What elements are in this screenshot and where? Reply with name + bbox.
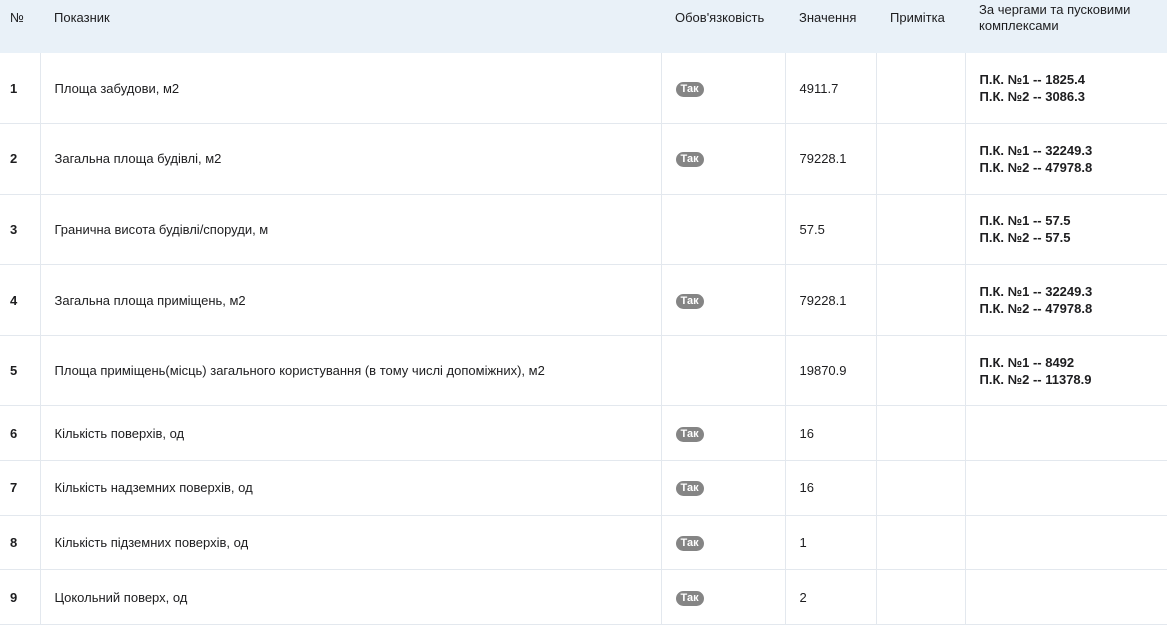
header-indicator: Показник <box>40 0 661 53</box>
phase-line: П.К. №1 -- 32249.3 <box>980 142 1167 159</box>
row-phases: П.К. №1 -- 32249.3 П.К. №2 -- 47978.8 <box>965 124 1167 195</box>
row-phases <box>965 570 1167 625</box>
row-note <box>876 335 965 406</box>
row-indicator: Кількість підземних поверхів, од <box>40 515 661 570</box>
phase-line: П.К. №1 -- 32249.3 <box>980 283 1167 300</box>
header-phases: За чергами та пусковими комплексами <box>965 0 1167 53</box>
row-indicator: Площа забудови, м2 <box>40 53 661 124</box>
row-phases: П.К. №1 -- 1825.4 П.К. №2 -- 3086.3 <box>965 53 1167 124</box>
phase-line: П.К. №2 -- 11378.9 <box>980 371 1167 388</box>
row-note <box>876 570 965 625</box>
row-indicator: Гранична висота будівлі/споруди, м <box>40 194 661 265</box>
row-number: 8 <box>0 515 40 570</box>
row-required-cell: Так <box>661 53 785 124</box>
row-note <box>876 265 965 336</box>
row-value: 79228.1 <box>785 124 876 195</box>
required-badge: Так <box>676 591 704 606</box>
row-indicator: Цокольний поверх, од <box>40 570 661 625</box>
row-value: 4911.7 <box>785 53 876 124</box>
row-indicator: Загальна площа будівлі, м2 <box>40 124 661 195</box>
phase-line: П.К. №1 -- 1825.4 <box>980 71 1167 88</box>
row-value: 16 <box>785 461 876 516</box>
header-required: Обов'язковість <box>661 0 785 53</box>
row-number: 3 <box>0 194 40 265</box>
row-required-cell: Так <box>661 570 785 625</box>
row-required-cell: Так <box>661 265 785 336</box>
row-note <box>876 406 965 461</box>
table-header: № Показник Обов'язковість Значення Примі… <box>0 0 1167 53</box>
table-row: 7 Кількість надземних поверхів, од Так 1… <box>0 461 1167 516</box>
row-value: 57.5 <box>785 194 876 265</box>
row-number: 5 <box>0 335 40 406</box>
table-row: 5 Площа приміщень(місць) загального кори… <box>0 335 1167 406</box>
table-row: 8 Кількість підземних поверхів, од Так 1 <box>0 515 1167 570</box>
required-badge: Так <box>676 427 704 442</box>
phase-line: П.К. №2 -- 3086.3 <box>980 88 1167 105</box>
row-value: 2 <box>785 570 876 625</box>
row-note <box>876 194 965 265</box>
phase-line: П.К. №2 -- 47978.8 <box>980 159 1167 176</box>
row-phases: П.К. №1 -- 32249.3 П.К. №2 -- 47978.8 <box>965 265 1167 336</box>
indicators-table: № Показник Обов'язковість Значення Примі… <box>0 0 1167 625</box>
row-required-cell: Так <box>661 124 785 195</box>
table-row: 3 Гранична висота будівлі/споруди, м 57.… <box>0 194 1167 265</box>
table-row: 1 Площа забудови, м2 Так 4911.7 П.К. №1 … <box>0 53 1167 124</box>
required-badge: Так <box>676 536 704 551</box>
row-number: 1 <box>0 53 40 124</box>
row-number: 7 <box>0 461 40 516</box>
row-required-cell <box>661 335 785 406</box>
row-note <box>876 515 965 570</box>
required-badge: Так <box>676 82 704 97</box>
row-indicator: Кількість поверхів, од <box>40 406 661 461</box>
phase-line: П.К. №2 -- 57.5 <box>980 229 1167 246</box>
table-row: 2 Загальна площа будівлі, м2 Так 79228.1… <box>0 124 1167 195</box>
table-row: 4 Загальна площа приміщень, м2 Так 79228… <box>0 265 1167 336</box>
row-number: 6 <box>0 406 40 461</box>
table-row: 9 Цокольний поверх, од Так 2 <box>0 570 1167 625</box>
header-note: Примітка <box>876 0 965 53</box>
row-value: 16 <box>785 406 876 461</box>
row-value: 1 <box>785 515 876 570</box>
row-indicator: Кількість надземних поверхів, од <box>40 461 661 516</box>
row-number: 4 <box>0 265 40 336</box>
row-phases: П.К. №1 -- 8492 П.К. №2 -- 11378.9 <box>965 335 1167 406</box>
row-note <box>876 124 965 195</box>
row-number: 9 <box>0 570 40 625</box>
row-indicator: Площа приміщень(місць) загального корист… <box>40 335 661 406</box>
header-row: № Показник Обов'язковість Значення Примі… <box>0 0 1167 53</box>
required-badge: Так <box>676 152 704 167</box>
row-phases <box>965 461 1167 516</box>
row-number: 2 <box>0 124 40 195</box>
row-phases: П.К. №1 -- 57.5 П.К. №2 -- 57.5 <box>965 194 1167 265</box>
row-indicator: Загальна площа приміщень, м2 <box>40 265 661 336</box>
row-note <box>876 461 965 516</box>
required-badge: Так <box>676 294 704 309</box>
table-row: 6 Кількість поверхів, од Так 16 <box>0 406 1167 461</box>
row-required-cell: Так <box>661 461 785 516</box>
header-number: № <box>0 0 40 53</box>
row-required-cell: Так <box>661 406 785 461</box>
row-value: 79228.1 <box>785 265 876 336</box>
phase-line: П.К. №2 -- 47978.8 <box>980 300 1167 317</box>
row-required-cell <box>661 194 785 265</box>
required-badge: Так <box>676 481 704 496</box>
table-body: 1 Площа забудови, м2 Так 4911.7 П.К. №1 … <box>0 53 1167 624</box>
phase-line: П.К. №1 -- 8492 <box>980 354 1167 371</box>
row-phases <box>965 406 1167 461</box>
header-value: Значення <box>785 0 876 53</box>
row-note <box>876 53 965 124</box>
phase-line: П.К. №1 -- 57.5 <box>980 212 1167 229</box>
row-value: 19870.9 <box>785 335 876 406</box>
row-phases <box>965 515 1167 570</box>
row-required-cell: Так <box>661 515 785 570</box>
